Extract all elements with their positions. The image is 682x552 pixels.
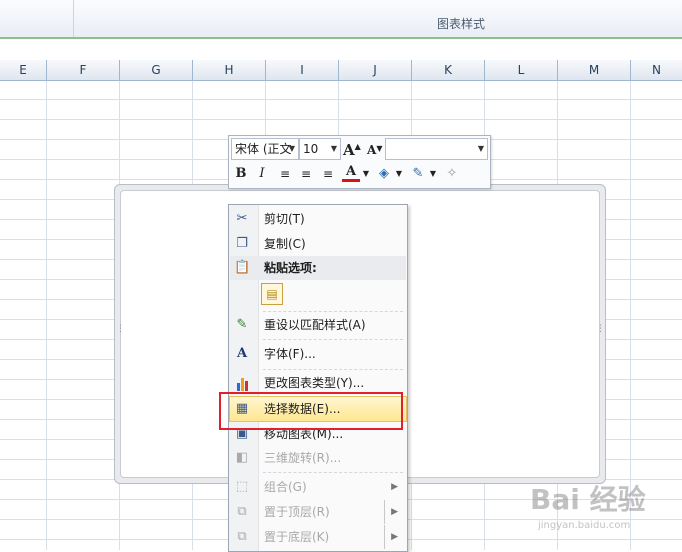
bold-button[interactable]: B	[233, 165, 249, 183]
shrink-font-icon: A	[367, 143, 377, 157]
font-size-value: 10	[303, 142, 319, 156]
shrink-font-button[interactable]: A▼	[367, 143, 382, 157]
ribbon-separator	[73, 0, 74, 37]
paste-keep-format-icon[interactable]: ▤	[261, 283, 283, 305]
menu-item-label: 置于底层(K)	[264, 530, 330, 544]
submenu-arrow-icon: ▶	[384, 500, 398, 524]
column-headers: E F G H I J K L M N	[0, 60, 682, 81]
italic-button[interactable]: I	[254, 165, 270, 183]
menu-item-font[interactable]: A 字体(F)...	[230, 342, 406, 366]
grow-font-icon: A	[343, 141, 355, 159]
submenu-arrow-icon: ▶	[384, 525, 398, 549]
column-header-k[interactable]: K	[412, 60, 485, 80]
font-size-combo[interactable]: 10 ▼	[299, 138, 341, 160]
align-center-icon[interactable]: ≡	[297, 165, 315, 183]
chevron-down-icon[interactable]: ▼	[395, 165, 403, 183]
chevron-down-icon: ▼	[477, 144, 484, 153]
menu-item-label: 字体(F)...	[264, 347, 316, 361]
column-header-g[interactable]: G	[120, 60, 193, 80]
chevron-down-icon: ▼	[288, 144, 295, 153]
menu-item-label: 组合(G)	[264, 480, 307, 494]
clipboard-icon: 📋	[234, 260, 251, 275]
column-header-l[interactable]: L	[485, 60, 558, 80]
context-menu: ✂ 剪切(T) ❐ 复制(C) 📋 粘贴选项: ▤ ✎ 重设以匹配样式(A) A…	[228, 204, 408, 552]
menu-item-3d-rotation: ◧ 三维旋转(R)...	[230, 446, 406, 470]
grow-font-button[interactable]: A▲	[343, 141, 361, 159]
column-header-m[interactable]: M	[558, 60, 631, 80]
copy-icon: ❐	[236, 236, 248, 251]
column-header-i[interactable]: I	[266, 60, 339, 80]
menu-item-label: 三维旋转(R)...	[264, 451, 342, 465]
submenu-arrow-icon: ▶	[391, 482, 398, 492]
menu-item-bring-to-front: ⧉ 置于顶层(R) ▶	[230, 500, 406, 524]
menu-separator	[263, 339, 403, 340]
format-painter-icon[interactable]: ✧	[443, 165, 461, 183]
mini-toolbar: 宋体 (正文 ▼ 10 ▼ A▲ A▼ ▼ B I ≡ ≡ ≡ A ▼ ◈ ▼ …	[228, 135, 491, 189]
watermark: Bai 经验 jingyan.baidu.com	[528, 476, 680, 546]
menu-item-label: 剪切(T)	[264, 212, 305, 226]
menu-item-group: ⬚ 组合(G) ▶	[230, 475, 406, 499]
font-name-combo[interactable]: 宋体 (正文 ▼	[231, 138, 299, 160]
fill-bucket-icon[interactable]: ◈	[375, 165, 393, 183]
chevron-down-icon[interactable]: ▼	[429, 165, 437, 183]
ribbon: 图表样式	[0, 0, 682, 38]
ribbon-group-label: 图表样式	[437, 17, 486, 31]
column-header-e[interactable]: E	[0, 60, 47, 80]
font-icon: A	[236, 346, 248, 361]
reset-style-icon: ✎	[236, 317, 248, 332]
menu-item-label: 粘贴选项:	[264, 261, 317, 275]
outline-pen-icon[interactable]: ✎	[409, 165, 427, 183]
menu-item-label: 复制(C)	[264, 237, 306, 251]
align-right-icon[interactable]: ≡	[319, 165, 337, 183]
rotate-3d-icon: ◧	[235, 450, 249, 465]
chevron-down-icon[interactable]: ▼	[362, 165, 370, 183]
column-header-n[interactable]: N	[631, 60, 682, 80]
bring-front-icon: ⧉	[237, 504, 247, 519]
menu-separator	[263, 311, 403, 312]
menu-item-cut[interactable]: ✂ 剪切(T)	[230, 207, 406, 231]
menu-header-paste-options: 📋 粘贴选项:	[230, 256, 406, 280]
chevron-down-icon: ▼	[330, 144, 337, 153]
scissors-icon: ✂	[236, 211, 248, 226]
highlight-annotation-box	[219, 392, 403, 430]
chart-resize-handle-right[interactable]: ⋮	[596, 325, 605, 334]
group-icon: ⬚	[235, 479, 249, 494]
send-back-icon: ⧉	[237, 529, 247, 544]
chart-resize-handle-left[interactable]: ⋮	[116, 325, 125, 334]
menu-separator	[263, 369, 403, 370]
menu-item-label: 重设以匹配样式(A)	[264, 318, 366, 332]
menu-item-label: 置于顶层(R)	[264, 505, 330, 519]
align-left-icon[interactable]: ≡	[276, 165, 294, 183]
watermark-url: jingyan.baidu.com	[538, 520, 631, 531]
menu-item-send-to-back: ⧉ 置于底层(K) ▶	[230, 525, 406, 549]
formula-bar[interactable]	[0, 37, 682, 61]
style-combo[interactable]: ▼	[385, 138, 488, 160]
watermark-brand: Bai 经验	[530, 483, 646, 516]
font-color-button[interactable]: A	[342, 165, 360, 182]
font-name-value: 宋体 (正文	[235, 142, 292, 156]
column-header-f[interactable]: F	[47, 60, 120, 80]
column-header-j[interactable]: J	[339, 60, 412, 80]
menu-item-reset-style[interactable]: ✎ 重设以匹配样式(A)	[230, 313, 406, 337]
menu-item-copy[interactable]: ❐ 复制(C)	[230, 232, 406, 256]
menu-separator	[263, 472, 403, 473]
column-header-h[interactable]: H	[193, 60, 266, 80]
chart-type-icon	[234, 375, 250, 391]
